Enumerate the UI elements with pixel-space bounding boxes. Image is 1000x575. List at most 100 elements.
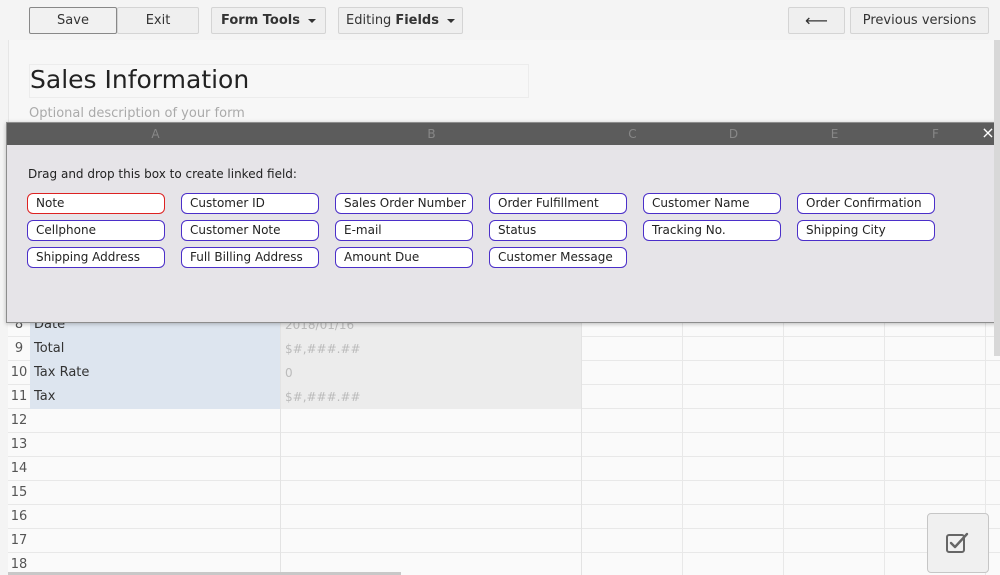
cell[interactable]: [683, 553, 784, 575]
previous-versions-button[interactable]: Previous versions: [850, 7, 989, 34]
cell[interactable]: [582, 505, 683, 529]
toolbar: Save Exit Form Tools Editing Fields ⟵ Pr…: [0, 0, 1000, 40]
row-number[interactable]: 13: [8, 433, 30, 457]
field-chip-email[interactable]: E-mail: [335, 220, 473, 241]
vertical-scrollbar[interactable]: [994, 40, 1000, 356]
field-chip-customer-message[interactable]: Customer Message: [489, 247, 627, 268]
cell[interactable]: [683, 337, 784, 361]
field-chip-customer-id[interactable]: Customer ID: [181, 193, 319, 214]
cell-value[interactable]: [281, 433, 582, 457]
cell[interactable]: [582, 361, 683, 385]
cell-value[interactable]: $#,###.##: [281, 385, 582, 409]
row-number[interactable]: 9: [8, 337, 30, 361]
linked-field-panel[interactable]: A B C D E F × Drag and drop this box to …: [6, 122, 1000, 323]
undo-arrow-button[interactable]: ⟵: [788, 7, 845, 34]
cell[interactable]: [784, 481, 885, 505]
cell[interactable]: [784, 433, 885, 457]
cell[interactable]: [784, 505, 885, 529]
field-chip-full-billing-address[interactable]: Full Billing Address: [181, 247, 319, 268]
editing-mode-dropdown[interactable]: Editing Fields: [338, 7, 463, 34]
field-chip-order-fulfillment[interactable]: Order Fulfillment: [489, 193, 627, 214]
table-row: 11 Tax $#,###.##: [8, 385, 1000, 409]
cell[interactable]: [683, 529, 784, 553]
cell-label[interactable]: [30, 529, 281, 553]
cell-label[interactable]: [30, 505, 281, 529]
cell[interactable]: [582, 337, 683, 361]
panel-title-bar[interactable]: A B C D E F ×: [7, 123, 999, 145]
cell[interactable]: [885, 361, 986, 385]
exit-button[interactable]: Exit: [117, 7, 199, 34]
field-chip-status[interactable]: Status: [489, 220, 627, 241]
cell-value[interactable]: [281, 409, 582, 433]
row-number[interactable]: 16: [8, 505, 30, 529]
chevron-down-icon: [307, 18, 316, 23]
field-chip-sales-order-number[interactable]: Sales Order Number: [335, 193, 473, 214]
cell-label[interactable]: [30, 409, 281, 433]
save-button[interactable]: Save: [29, 7, 117, 34]
field-chip-order-confirmation[interactable]: Order Confirmation: [797, 193, 935, 214]
row-number[interactable]: 12: [8, 409, 30, 433]
cell-value[interactable]: 0: [281, 361, 582, 385]
cell-label[interactable]: Total: [30, 337, 281, 361]
column-header-c: C: [628, 127, 637, 141]
field-chip-tracking-no[interactable]: Tracking No.: [643, 220, 781, 241]
cell[interactable]: [582, 481, 683, 505]
form-tools-dropdown[interactable]: Form Tools: [211, 7, 326, 34]
cell-value[interactable]: [281, 505, 582, 529]
checkbox-edit-button[interactable]: [927, 513, 989, 573]
cell[interactable]: [784, 457, 885, 481]
cell-label[interactable]: [30, 433, 281, 457]
cell[interactable]: [784, 553, 885, 575]
row-number[interactable]: 11: [8, 385, 30, 409]
field-chip-cellphone[interactable]: Cellphone: [27, 220, 165, 241]
cell[interactable]: [784, 361, 885, 385]
cell[interactable]: [784, 529, 885, 553]
table-row: 16: [8, 505, 1000, 529]
cell[interactable]: [885, 337, 986, 361]
field-chip-note[interactable]: Note: [27, 193, 165, 214]
column-header-b: B: [427, 127, 436, 141]
column-header-f: F: [932, 127, 939, 141]
cell[interactable]: [582, 529, 683, 553]
cell[interactable]: [885, 409, 986, 433]
cell[interactable]: [885, 457, 986, 481]
cell[interactable]: [683, 505, 784, 529]
cell-label[interactable]: [30, 481, 281, 505]
cell[interactable]: [582, 385, 683, 409]
field-chip-customer-note[interactable]: Customer Note: [181, 220, 319, 241]
row-number[interactable]: 10: [8, 361, 30, 385]
cell[interactable]: [582, 553, 683, 575]
cell-value[interactable]: [281, 529, 582, 553]
cell-label[interactable]: [30, 457, 281, 481]
cell[interactable]: [683, 457, 784, 481]
cell[interactable]: [885, 385, 986, 409]
field-chip-customer-name[interactable]: Customer Name: [643, 193, 781, 214]
cell[interactable]: [885, 481, 986, 505]
cell[interactable]: [784, 409, 885, 433]
cell-value[interactable]: [281, 481, 582, 505]
row-number[interactable]: 14: [8, 457, 30, 481]
row-number[interactable]: 15: [8, 481, 30, 505]
cell[interactable]: [582, 409, 683, 433]
cell[interactable]: [582, 457, 683, 481]
cell[interactable]: [683, 433, 784, 457]
cell[interactable]: [683, 385, 784, 409]
cell[interactable]: [784, 337, 885, 361]
cell[interactable]: [683, 481, 784, 505]
cell[interactable]: [885, 433, 986, 457]
field-chip-shipping-city[interactable]: Shipping City: [797, 220, 935, 241]
cell[interactable]: [784, 385, 885, 409]
cell-value[interactable]: $#,###.##: [281, 337, 582, 361]
row-number[interactable]: 17: [8, 529, 30, 553]
table-row: 13: [8, 433, 1000, 457]
field-chip-amount-due[interactable]: Amount Due: [335, 247, 473, 268]
cell-label[interactable]: Tax Rate: [30, 361, 281, 385]
cell[interactable]: [683, 409, 784, 433]
cell-label[interactable]: Tax: [30, 385, 281, 409]
form-title[interactable]: Sales Information: [29, 64, 529, 98]
table-row: 15: [8, 481, 1000, 505]
field-chip-shipping-address[interactable]: Shipping Address: [27, 247, 165, 268]
cell[interactable]: [683, 361, 784, 385]
cell[interactable]: [582, 433, 683, 457]
cell-value[interactable]: [281, 457, 582, 481]
